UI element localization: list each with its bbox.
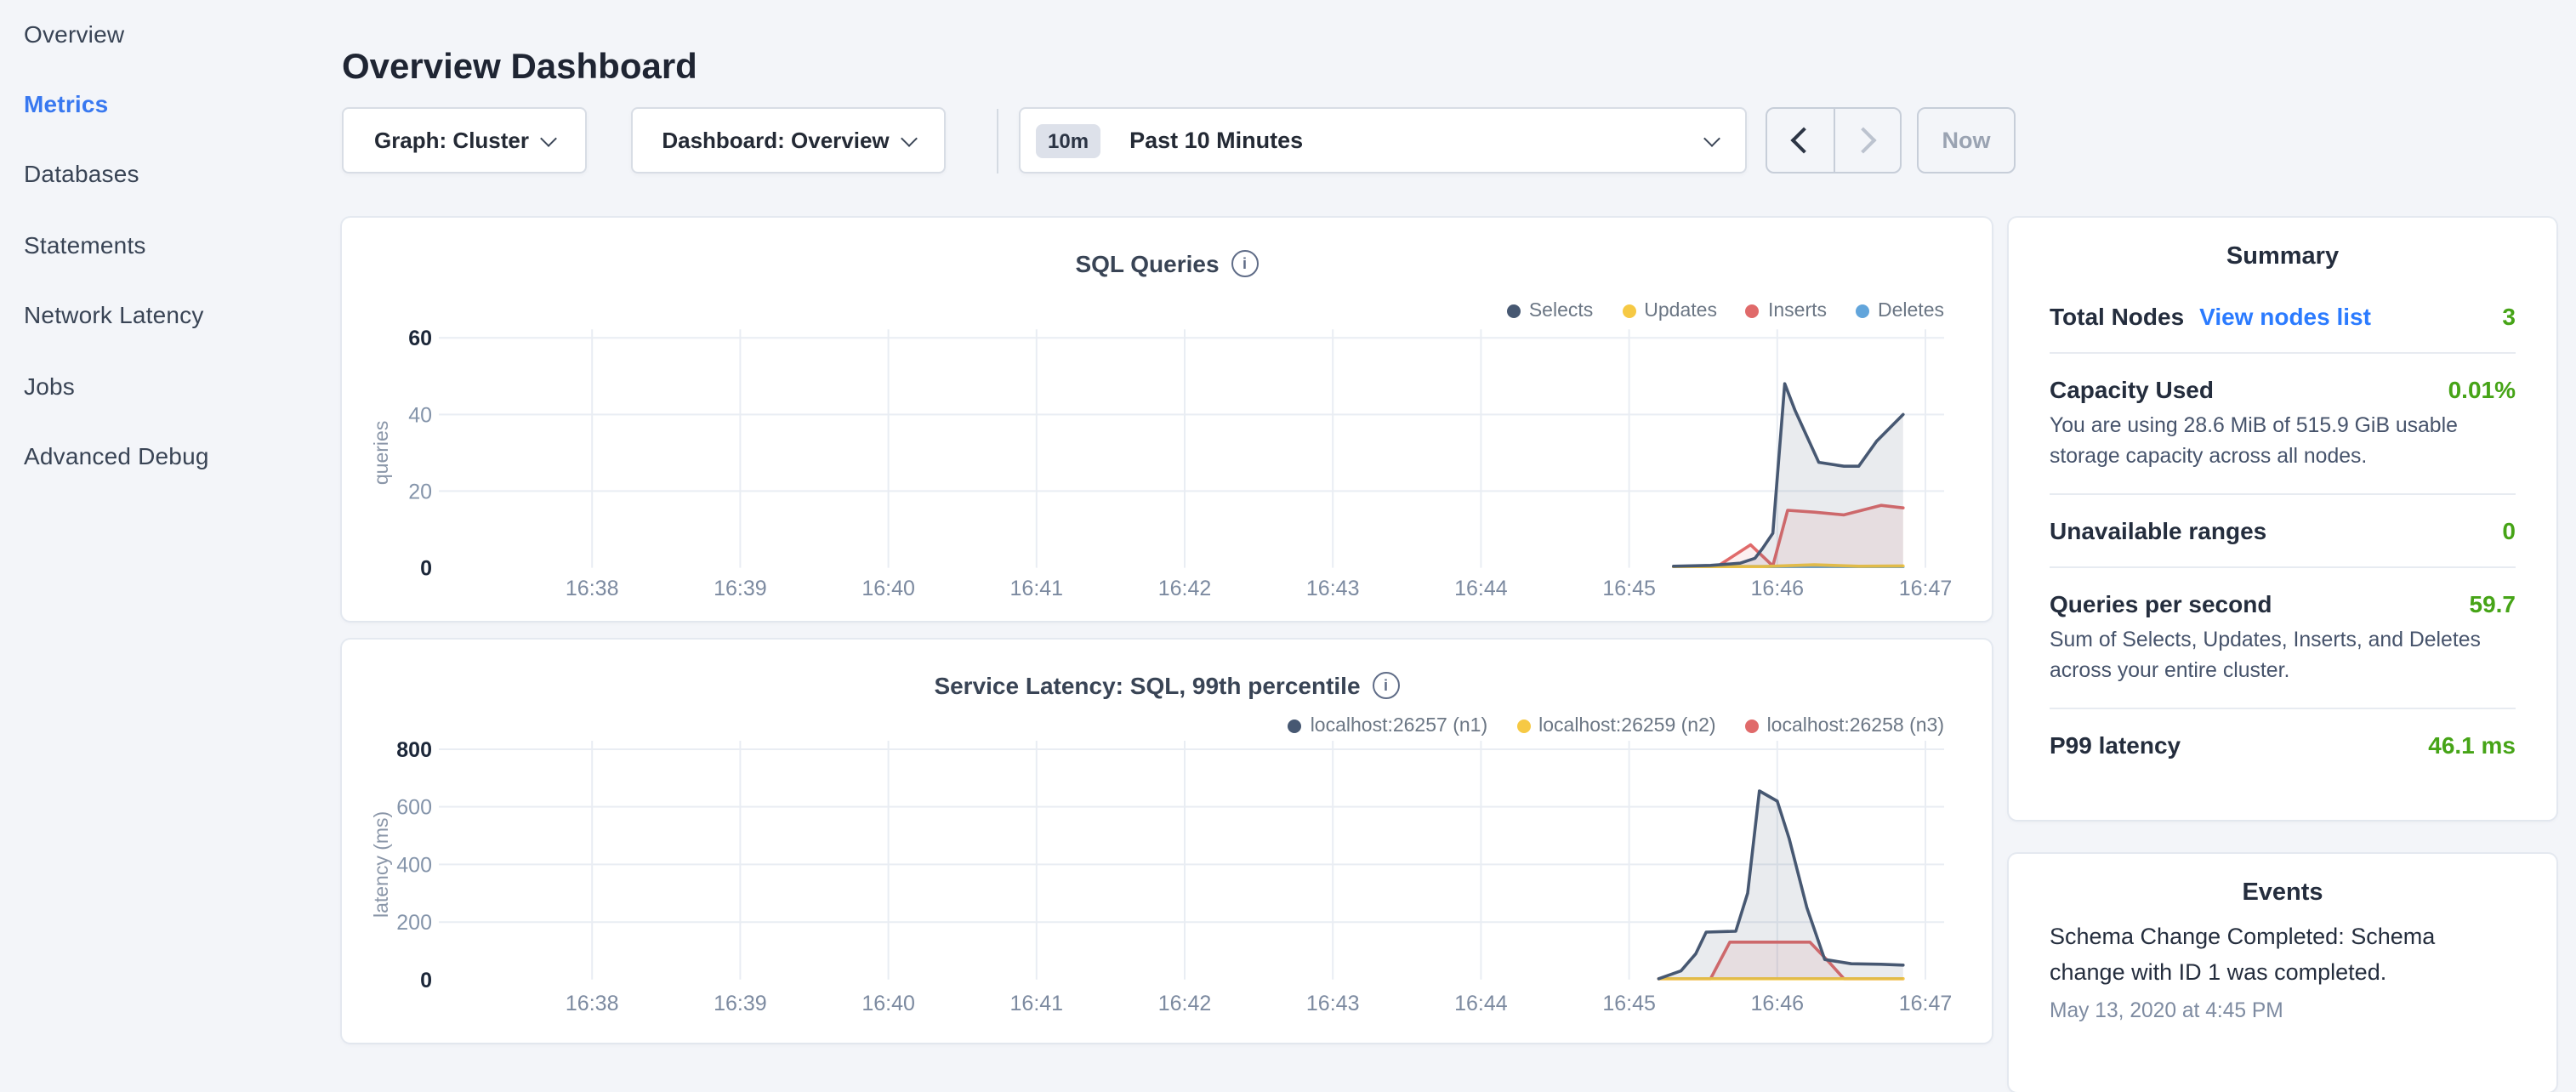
sql-queries-chart: 16:38 16:39 16:40 16:41 16:42 16:43 16:44 16:45…: [342, 218, 1992, 621]
series-localhost:26257 (n1): [1658, 791, 1902, 980]
svg-text:200: 200: [396, 911, 432, 935]
summary-value: 59.7: [2470, 590, 2516, 617]
svg-text:40: 40: [408, 403, 432, 427]
svg-text:20: 20: [408, 480, 432, 503]
time-range-label: Past 10 Minutes: [1129, 128, 1303, 153]
summary-row-total-nodes: Total Nodes View nodes list 3: [2050, 281, 2516, 352]
time-range-selector[interactable]: 10m Past 10 Minutes: [1019, 107, 1747, 173]
svg-text:16:46: 16:46: [1751, 992, 1805, 1015]
svg-text:0: 0: [420, 557, 432, 581]
summary-value: 46.1 ms: [2428, 732, 2516, 759]
time-forward-button[interactable]: [1833, 109, 1900, 172]
dashboard-dropdown[interactable]: Dashboard: Overview: [631, 107, 946, 173]
summary-label: Capacity Used: [2050, 376, 2214, 403]
graph-dropdown-label: Graph: Cluster: [374, 128, 529, 153]
svg-text:400: 400: [396, 853, 432, 877]
sidebar-item-databases[interactable]: Databases: [24, 160, 139, 187]
sidebar-item-metrics[interactable]: Metrics: [24, 90, 108, 117]
chevron-right-icon: [1851, 127, 1877, 153]
event-timestamp: May 13, 2020 at 4:45 PM: [2050, 998, 2516, 1022]
summary-label: Total Nodes: [2050, 303, 2184, 330]
svg-text:16:41: 16:41: [1010, 577, 1064, 600]
svg-text:16:44: 16:44: [1454, 577, 1508, 600]
svg-text:16:43: 16:43: [1306, 577, 1360, 600]
svg-text:0: 0: [420, 969, 432, 992]
summary-row-unavailable-ranges: Unavailable ranges 0: [2050, 493, 2516, 566]
svg-text:16:42: 16:42: [1158, 992, 1212, 1015]
service-latency-chart-card: Service Latency: SQL, 99th percentile i …: [342, 640, 1992, 1043]
sidebar-item-advanced-debug[interactable]: Advanced Debug: [24, 442, 209, 469]
svg-text:600: 600: [396, 796, 432, 820]
sidebar-item-statements[interactable]: Statements: [24, 231, 146, 259]
svg-text:16:45: 16:45: [1602, 577, 1656, 600]
summary-title: Summary: [2050, 243, 2516, 270]
svg-text:16:42: 16:42: [1158, 577, 1212, 600]
toolbar-divider: [997, 109, 998, 173]
svg-text:16:39: 16:39: [714, 577, 767, 600]
chevron-down-icon: [901, 129, 918, 146]
dashboard-dropdown-label: Dashboard: Overview: [662, 128, 889, 153]
graph-dropdown[interactable]: Graph: Cluster: [342, 107, 587, 173]
time-back-button[interactable]: [1767, 109, 1833, 172]
chevron-down-icon: [540, 129, 557, 146]
sql-queries-chart-card: SQL Queries i SelectsUpdatesInsertsDelet…: [342, 218, 1992, 621]
events-panel: Events Schema Change Completed: Schema c…: [2009, 854, 2556, 1092]
event-message: Schema Change Completed: Schema change w…: [2050, 920, 2516, 992]
events-title: Events: [2050, 879, 2516, 907]
svg-text:16:39: 16:39: [714, 992, 767, 1015]
svg-text:16:44: 16:44: [1454, 992, 1508, 1015]
svg-text:16:46: 16:46: [1751, 577, 1805, 600]
svg-text:16:47: 16:47: [1899, 992, 1953, 1015]
svg-text:queries: queries: [370, 421, 392, 485]
now-button[interactable]: Now: [1917, 107, 2016, 173]
page-title: Overview Dashboard: [342, 48, 697, 88]
series-Selects: [1674, 384, 1903, 567]
time-range-badge: 10m: [1036, 123, 1100, 157]
service-latency-chart: 16:38 16:39 16:40 16:41 16:42 16:43 16:44 16:45…: [342, 640, 1992, 1043]
db-console-screen: Overview Metrics Databases Statements Ne…: [0, 0, 2576, 1051]
axis-labels: 16:38 16:39 16:40 16:41 16:42 16:43 16:44 16:45…: [370, 327, 1952, 600]
svg-text:60: 60: [408, 327, 432, 350]
gridlines: [439, 329, 1944, 567]
chevron-down-icon: [1703, 130, 1720, 147]
svg-text:16:38: 16:38: [566, 992, 619, 1015]
summary-description: You are using 28.6 MiB of 515.9 GiB usab…: [2050, 412, 2516, 471]
svg-text:16:40: 16:40: [862, 992, 915, 1015]
summary-description: Sum of Selects, Updates, Inserts, and De…: [2050, 626, 2516, 685]
svg-text:16:43: 16:43: [1306, 992, 1360, 1015]
svg-text:16:40: 16:40: [862, 577, 915, 600]
summary-value: 0.01%: [2448, 376, 2516, 403]
view-nodes-list-link[interactable]: View nodes list: [2199, 303, 2371, 330]
svg-text:16:47: 16:47: [1899, 577, 1953, 600]
summary-value: 0: [2502, 517, 2516, 544]
summary-row-capacity-used: Capacity Used 0.01% You are using 28.6 M…: [2050, 352, 2516, 493]
sidebar-nav: Overview Metrics Databases Statements Ne…: [0, 0, 340, 1051]
svg-text:16:41: 16:41: [1010, 992, 1064, 1015]
summary-value: 3: [2502, 303, 2516, 330]
svg-text:latency (ms): latency (ms): [370, 811, 392, 918]
sidebar-item-overview[interactable]: Overview: [24, 20, 124, 48]
summary-row-queries-per-second: Queries per second 59.7 Sum of Selects, …: [2050, 566, 2516, 708]
time-pager: [1766, 107, 1902, 173]
summary-row-p99-latency: P99 latency 46.1 ms: [2050, 708, 2516, 782]
summary-panel: Summary Total Nodes View nodes list 3 Ca…: [2009, 218, 2556, 820]
summary-label: Queries per second: [2050, 590, 2272, 617]
summary-label: P99 latency: [2050, 732, 2181, 759]
chevron-left-icon: [1790, 127, 1817, 153]
sidebar-item-network-latency[interactable]: Network Latency: [24, 301, 204, 328]
svg-text:800: 800: [396, 738, 432, 762]
svg-text:16:45: 16:45: [1602, 992, 1656, 1015]
sidebar-item-jobs[interactable]: Jobs: [24, 373, 75, 400]
summary-label: Unavailable ranges: [2050, 517, 2266, 544]
svg-text:16:38: 16:38: [566, 577, 619, 600]
